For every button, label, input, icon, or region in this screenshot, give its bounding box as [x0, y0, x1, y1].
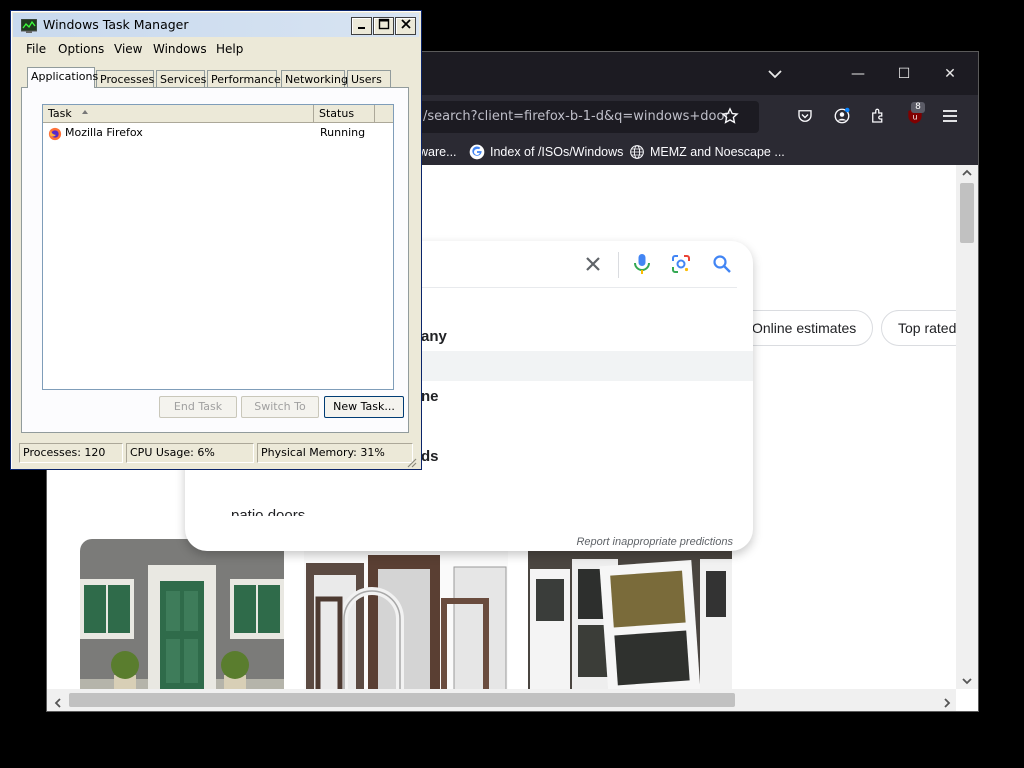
end-task-button[interactable]: End Task — [159, 396, 237, 418]
svg-text:u: u — [913, 112, 918, 121]
column-task-label: Task — [48, 107, 72, 120]
column-header-status[interactable]: Status — [314, 105, 375, 122]
tab-networking[interactable]: Networking — [281, 70, 348, 88]
menu-view[interactable]: View — [114, 42, 142, 56]
menu-options[interactable]: Options — [58, 42, 104, 56]
tm-maximize-button[interactable] — [373, 17, 394, 35]
close-button[interactable]: ✕ — [927, 52, 973, 95]
tab-strip: Applications Processes Services Performa… — [25, 67, 409, 88]
task-list[interactable]: Task Status Mozilla Firefox Running — [42, 104, 394, 390]
tab-applications[interactable]: Applications — [27, 67, 98, 88]
tm-minimize-button[interactable] — [351, 17, 372, 35]
tab-services[interactable]: Services — [156, 70, 206, 88]
switch-to-button[interactable]: Switch To — [241, 396, 319, 418]
bookmark-item[interactable]: MEMZ and Noescape ... — [650, 142, 785, 162]
globe-icon — [629, 144, 645, 160]
status-bar: Processes: 120 CPU Usage: 6% Physical Me… — [17, 443, 417, 465]
account-icon[interactable] — [829, 103, 855, 129]
report-predictions-link[interactable]: Report inappropriate predictions — [576, 536, 733, 548]
search-divider — [618, 252, 619, 278]
clear-search-icon[interactable] — [583, 254, 603, 274]
vertical-scrollbar[interactable] — [956, 165, 978, 689]
task-list-header: Task Status — [43, 105, 393, 123]
firefox-icon — [48, 126, 62, 141]
horizontal-scroll-thumb[interactable] — [69, 693, 735, 707]
applications-panel: Task Status Mozilla Firefox Running End … — [21, 87, 409, 433]
task-status: Running — [320, 126, 366, 139]
tab-users[interactable]: Users — [347, 70, 391, 88]
status-physical-memory: Physical Memory: 31% — [257, 443, 413, 463]
bookmark-star-icon[interactable] — [717, 103, 743, 129]
menu-windows[interactable]: Windows — [153, 42, 207, 56]
task-name[interactable]: Mozilla Firefox — [65, 126, 143, 139]
extension-badge: 8 — [911, 102, 925, 113]
suggestion-item[interactable]: ne — [421, 388, 439, 405]
menu-bar: File Options View Windows Help — [13, 39, 419, 59]
google-icon — [469, 144, 485, 160]
task-manager-titlebar[interactable]: Windows Task Manager — [13, 13, 419, 37]
resize-grip-icon[interactable] — [405, 453, 417, 468]
tab-processes[interactable]: Processes — [96, 70, 154, 88]
suggestion-item[interactable]: patio doors — [231, 507, 305, 516]
image-result-green-door[interactable] — [80, 539, 284, 711]
scroll-right-arrow-icon[interactable] — [942, 694, 952, 713]
scroll-up-arrow-icon[interactable] — [961, 167, 973, 181]
window-title: Windows Task Manager — [43, 17, 189, 32]
task-manager-app-icon — [20, 18, 38, 33]
tab-list-chevron-icon[interactable] — [752, 52, 798, 95]
status-cpu-usage: CPU Usage: 6% — [126, 443, 254, 463]
lens-search-icon[interactable] — [671, 254, 691, 274]
extensions-icon[interactable] — [865, 103, 891, 129]
suggestion-item[interactable]: ds — [421, 448, 439, 465]
minimize-button[interactable]: — — [835, 52, 881, 95]
vertical-scroll-thumb[interactable] — [960, 183, 974, 243]
menu-file[interactable]: File — [26, 42, 46, 56]
horizontal-scrollbar[interactable] — [47, 689, 956, 711]
maximize-button[interactable]: ☐ — [881, 52, 927, 95]
image-result-windows-stack[interactable] — [528, 539, 732, 711]
tab-performance[interactable]: Performance — [207, 70, 281, 88]
task-manager-window: Windows Task Manager File Options View W… — [10, 10, 422, 470]
hamburger-menu-icon[interactable] — [937, 103, 963, 129]
suggestion-item[interactable]: any — [421, 328, 447, 345]
menu-help[interactable]: Help — [216, 42, 243, 56]
image-result-door-showroom[interactable] — [304, 539, 508, 711]
voice-search-icon[interactable] — [632, 253, 652, 275]
new-task-button[interactable]: New Task... — [324, 396, 404, 418]
sort-ascending-icon — [81, 105, 89, 124]
column-header-task[interactable]: Task — [43, 105, 314, 122]
status-processes: Processes: 120 — [19, 443, 123, 463]
pocket-icon[interactable] — [792, 103, 818, 129]
chip-online-estimates[interactable]: Online estimates — [735, 310, 874, 346]
scroll-left-arrow-icon[interactable] — [53, 694, 63, 713]
scroll-down-arrow-icon[interactable] — [961, 675, 973, 689]
tm-close-button[interactable] — [395, 17, 416, 35]
bookmark-item[interactable]: Index of /ISOs/Windows — [490, 142, 623, 162]
bookmark-item[interactable]: ware... — [419, 142, 457, 162]
search-icon[interactable] — [712, 254, 732, 274]
